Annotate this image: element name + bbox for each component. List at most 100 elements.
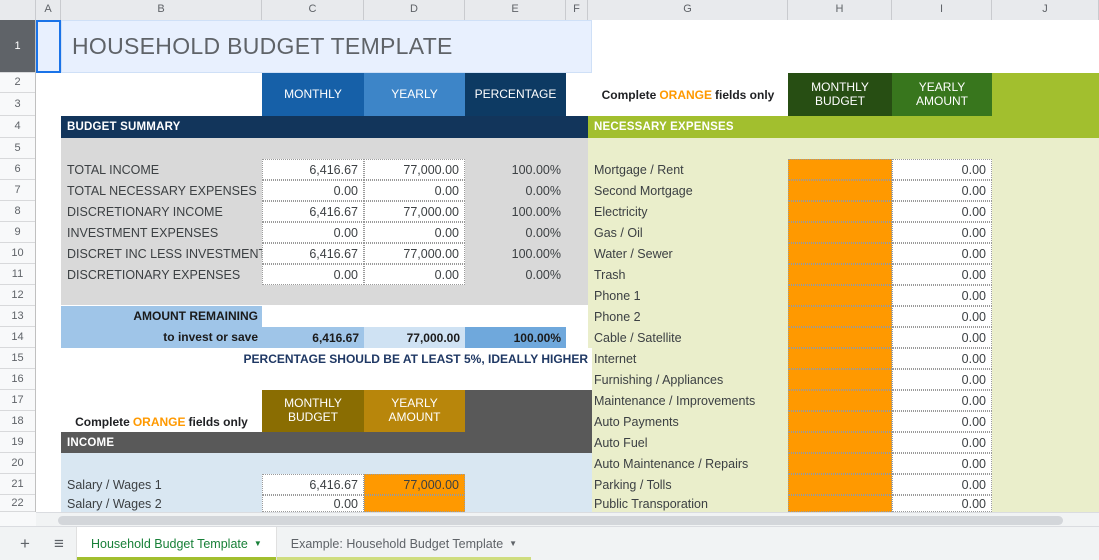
summary-row-monthly[interactable]: 0.00 bbox=[262, 180, 364, 201]
expense-row-yearly[interactable]: 0.00 bbox=[892, 180, 992, 201]
complete-note-pre: Complete bbox=[601, 87, 657, 102]
expense-row-monthly[interactable] bbox=[788, 180, 892, 201]
row-header-21[interactable]: 21 bbox=[0, 474, 35, 495]
expense-row-yearly[interactable]: 0.00 bbox=[892, 285, 992, 306]
expense-row-yearly[interactable]: 0.00 bbox=[892, 390, 992, 411]
row-header-7[interactable]: 7 bbox=[0, 180, 35, 201]
expense-row-yearly[interactable]: 0.00 bbox=[892, 327, 992, 348]
column-header-g[interactable]: G bbox=[588, 0, 788, 20]
expense-row-yearly[interactable]: 0.00 bbox=[892, 474, 992, 495]
column-header-j[interactable]: J bbox=[992, 0, 1099, 20]
income-row-yearly[interactable]: 77,000.00 bbox=[364, 474, 465, 495]
sheet-tab-active[interactable]: Household Budget Template ▼ bbox=[76, 527, 277, 560]
expense-row-yearly[interactable]: 0.00 bbox=[892, 369, 992, 390]
row-header-19[interactable]: 19 bbox=[0, 432, 35, 453]
summary-row-monthly[interactable]: 0.00 bbox=[262, 264, 364, 285]
summary-row-yearly[interactable]: 77,000.00 bbox=[364, 243, 465, 264]
income-row-monthly[interactable]: 6,416.67 bbox=[262, 474, 364, 495]
row-header-15[interactable]: 15 bbox=[0, 348, 35, 369]
expense-row-yearly[interactable]: 0.00 bbox=[892, 348, 992, 369]
summary-row-monthly[interactable]: 6,416.67 bbox=[262, 243, 364, 264]
row-header-14[interactable]: 14 bbox=[0, 327, 35, 348]
column-header-h[interactable]: H bbox=[788, 0, 892, 20]
expense-row-monthly[interactable] bbox=[788, 201, 892, 222]
all-sheets-icon[interactable]: ≡ bbox=[42, 527, 76, 560]
expense-row-yearly[interactable]: 0.00 bbox=[892, 411, 992, 432]
chevron-down-icon[interactable]: ▼ bbox=[254, 539, 262, 548]
column-header-c[interactable]: C bbox=[262, 0, 364, 20]
row-header-22[interactable]: 22 bbox=[0, 495, 35, 512]
summary-row-yearly[interactable]: 77,000.00 bbox=[364, 201, 465, 222]
expense-row-yearly[interactable]: 0.00 bbox=[892, 306, 992, 327]
column-header-f[interactable]: F bbox=[566, 0, 588, 20]
expense-row-monthly[interactable] bbox=[788, 453, 892, 474]
expense-row-monthly[interactable] bbox=[788, 369, 892, 390]
column-header-a[interactable]: A bbox=[36, 0, 61, 20]
expense-row-monthly[interactable] bbox=[788, 390, 892, 411]
expense-row-yearly[interactable]: 0.00 bbox=[892, 453, 992, 474]
row-header-3[interactable]: 3 bbox=[0, 93, 35, 116]
expense-row-monthly[interactable] bbox=[788, 327, 892, 348]
sheet-tab-inactive[interactable]: Example: Household Budget Template ▼ bbox=[276, 527, 532, 560]
expense-row-yearly[interactable]: 0.00 bbox=[892, 264, 992, 285]
row-header-2[interactable]: 2 bbox=[0, 73, 35, 93]
row-header-13[interactable]: 13 bbox=[0, 306, 35, 327]
row-header-12[interactable]: 12 bbox=[0, 285, 35, 306]
necessary-monthly-line1: MONTHLY bbox=[811, 79, 869, 94]
expense-row-monthly[interactable] bbox=[788, 243, 892, 264]
summary-row-yearly[interactable]: 0.00 bbox=[364, 264, 465, 285]
scroll-corner bbox=[0, 512, 36, 526]
income-complete-pre: Complete bbox=[75, 414, 130, 429]
expense-row-monthly[interactable] bbox=[788, 474, 892, 495]
select-all-corner[interactable] bbox=[0, 0, 36, 20]
row-header-10[interactable]: 10 bbox=[0, 243, 35, 264]
expense-row-monthly[interactable] bbox=[788, 159, 892, 180]
summary-row-monthly[interactable]: 6,416.67 bbox=[262, 159, 364, 180]
summary-row-percentage: 0.00% bbox=[525, 225, 561, 240]
summary-row-yearly[interactable]: 77,000.00 bbox=[364, 159, 465, 180]
income-row-monthly[interactable]: 0.00 bbox=[262, 495, 364, 512]
expense-row-yearly[interactable]: 0.00 bbox=[892, 495, 992, 512]
row-header-11[interactable]: 11 bbox=[0, 264, 35, 285]
row-header-17[interactable]: 17 bbox=[0, 390, 35, 411]
column-header-i[interactable]: I bbox=[892, 0, 992, 20]
expense-row-monthly[interactable] bbox=[788, 432, 892, 453]
cell-a1-selected[interactable] bbox=[36, 20, 61, 73]
column-header-b[interactable]: B bbox=[61, 0, 262, 20]
expense-row-monthly[interactable] bbox=[788, 285, 892, 306]
summary-row-yearly[interactable]: 0.00 bbox=[364, 222, 465, 243]
income-yearly-line2: AMOUNT bbox=[388, 410, 441, 424]
expense-row-monthly[interactable] bbox=[788, 222, 892, 243]
expense-row-monthly[interactable] bbox=[788, 264, 892, 285]
expense-row-monthly[interactable] bbox=[788, 495, 892, 512]
column-header-d[interactable]: D bbox=[364, 0, 465, 20]
row-header-8[interactable]: 8 bbox=[0, 201, 35, 222]
expense-row-yearly[interactable]: 0.00 bbox=[892, 222, 992, 243]
add-sheet-icon[interactable]: + bbox=[8, 527, 42, 560]
row-header-4[interactable]: 4 bbox=[0, 116, 35, 138]
row-header-5[interactable]: 5 bbox=[0, 138, 35, 159]
row-header-gutter: 1 2 3 4 5 6 7 8 9 10 11 12 13 14 15 16 17 18 19 20 21 22 bbox=[0, 20, 36, 512]
row-header-20[interactable]: 20 bbox=[0, 453, 35, 474]
income-row-label: Salary / Wages 2 bbox=[67, 496, 162, 511]
expense-row-monthly[interactable] bbox=[788, 306, 892, 327]
expense-row-yearly[interactable]: 0.00 bbox=[892, 159, 992, 180]
expense-row-yearly[interactable]: 0.00 bbox=[892, 201, 992, 222]
summary-row-yearly[interactable]: 0.00 bbox=[364, 180, 465, 201]
income-row-yearly[interactable] bbox=[364, 495, 465, 512]
expense-row-yearly[interactable]: 0.00 bbox=[892, 243, 992, 264]
row-header-1[interactable]: 1 bbox=[0, 20, 35, 73]
row-header-16[interactable]: 16 bbox=[0, 369, 35, 390]
expense-row-monthly[interactable] bbox=[788, 348, 892, 369]
column-header-e[interactable]: E bbox=[465, 0, 566, 20]
horizontal-scrollbar-thumb[interactable] bbox=[58, 516, 1063, 525]
chevron-down-icon[interactable]: ▼ bbox=[509, 539, 517, 548]
row-header-9[interactable]: 9 bbox=[0, 222, 35, 243]
row-header-6[interactable]: 6 bbox=[0, 159, 35, 180]
expense-row-monthly[interactable] bbox=[788, 411, 892, 432]
horizontal-scrollbar-track[interactable] bbox=[36, 512, 1099, 526]
row-header-18[interactable]: 18 bbox=[0, 411, 35, 432]
summary-row-monthly[interactable]: 6,416.67 bbox=[262, 201, 364, 222]
expense-row-yearly[interactable]: 0.00 bbox=[892, 432, 992, 453]
summary-row-monthly[interactable]: 0.00 bbox=[262, 222, 364, 243]
